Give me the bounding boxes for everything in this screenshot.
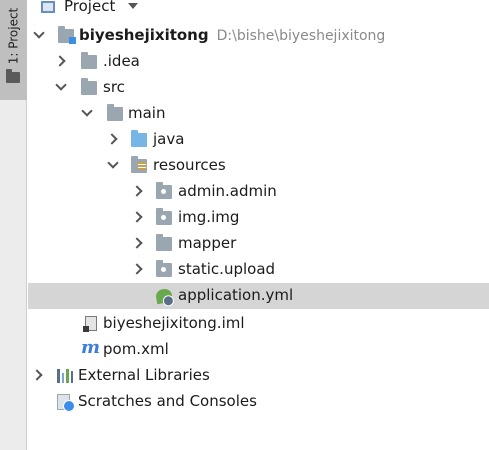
project-panel-header: Project <box>28 0 489 18</box>
tree-node-main[interactable]: main <box>28 101 489 127</box>
folder-icon <box>6 69 20 83</box>
tree-node-label: biyeshejixitong <box>79 26 209 44</box>
spring-config-file-icon <box>154 287 174 305</box>
tree-node-root[interactable]: biyeshejixitong D:\bishe\biyeshejixitong <box>28 23 489 49</box>
chevron-right-icon[interactable] <box>132 239 141 248</box>
tree-node-iml-file[interactable]: biyeshejixitong.iml <box>28 311 489 337</box>
tree-node-application-yml[interactable]: application.yml <box>28 283 489 309</box>
tree-node-label: src <box>103 78 125 96</box>
tree-node-label: admin.admin <box>178 182 277 200</box>
tree-node-img-img[interactable]: img.img <box>28 205 489 231</box>
package-icon <box>156 208 172 225</box>
folder-icon <box>81 78 97 95</box>
tree-node-label: External Libraries <box>78 366 210 384</box>
chevron-right-icon[interactable] <box>132 213 141 222</box>
tree-node-path: D:\bishe\biyeshejixitong <box>216 28 386 44</box>
module-folder-icon <box>58 26 76 44</box>
source-folder-icon <box>131 130 147 147</box>
tree-node-label: application.yml <box>178 286 294 304</box>
folder-icon <box>156 234 172 251</box>
tree-node-label: Scratches and Consoles <box>78 392 257 410</box>
chevron-down-icon[interactable] <box>128 3 138 9</box>
package-icon <box>156 182 172 199</box>
project-tool-tab[interactable]: 1: Project <box>0 0 27 100</box>
chevron-down-icon[interactable] <box>56 83 65 92</box>
package-icon <box>156 260 172 277</box>
chevron-right-icon[interactable] <box>55 57 64 66</box>
tool-window-strip: 1: Project <box>0 0 27 450</box>
chevron-right-icon[interactable] <box>107 135 116 144</box>
tree-node-label: java <box>153 130 185 148</box>
tree-node-mapper[interactable]: mapper <box>28 231 489 257</box>
tree-node-label: pom.xml <box>103 340 169 358</box>
tree-node-admin-admin[interactable]: admin.admin <box>28 179 489 205</box>
folder-icon <box>107 104 123 121</box>
tree-node-src[interactable]: src <box>28 75 489 101</box>
tree-node-label: main <box>128 104 166 122</box>
chevron-right-icon[interactable] <box>32 371 41 380</box>
tree-node-label: static.upload <box>178 260 276 278</box>
tree-node-external-libraries[interactable]: External Libraries <box>28 363 489 389</box>
tree-node-static-upload[interactable]: static.upload <box>28 257 489 283</box>
folder-icon <box>81 52 97 69</box>
libraries-icon <box>57 369 73 383</box>
module-file-icon <box>83 316 97 332</box>
tree-node-java[interactable]: java <box>28 127 489 153</box>
resources-folder-icon <box>131 156 147 173</box>
tree-node-label: biyeshejixitong.iml <box>103 314 245 332</box>
tree-node-label: img.img <box>178 208 240 226</box>
chevron-down-icon[interactable] <box>34 31 43 40</box>
tree-node-label: .idea <box>103 52 140 70</box>
tree-node-scratches[interactable]: Scratches and Consoles <box>28 389 489 415</box>
chevron-down-icon[interactable] <box>82 109 91 118</box>
maven-icon: m <box>81 337 101 358</box>
project-view-icon <box>41 1 55 13</box>
scratches-icon <box>57 394 75 412</box>
project-tool-tab-label: 1: Project <box>6 7 20 65</box>
tree-node-label: resources <box>153 156 226 174</box>
tree-node-label: mapper <box>178 234 237 252</box>
chevron-down-icon[interactable] <box>108 161 117 170</box>
tree-node-resources[interactable]: resources <box>28 153 489 179</box>
chevron-right-icon[interactable] <box>132 265 141 274</box>
project-view-selector[interactable]: Project <box>64 0 115 15</box>
tree-node-pom-xml[interactable]: m pom.xml <box>28 337 489 363</box>
chevron-right-icon[interactable] <box>132 187 141 196</box>
tree-node-idea[interactable]: .idea <box>28 49 489 75</box>
